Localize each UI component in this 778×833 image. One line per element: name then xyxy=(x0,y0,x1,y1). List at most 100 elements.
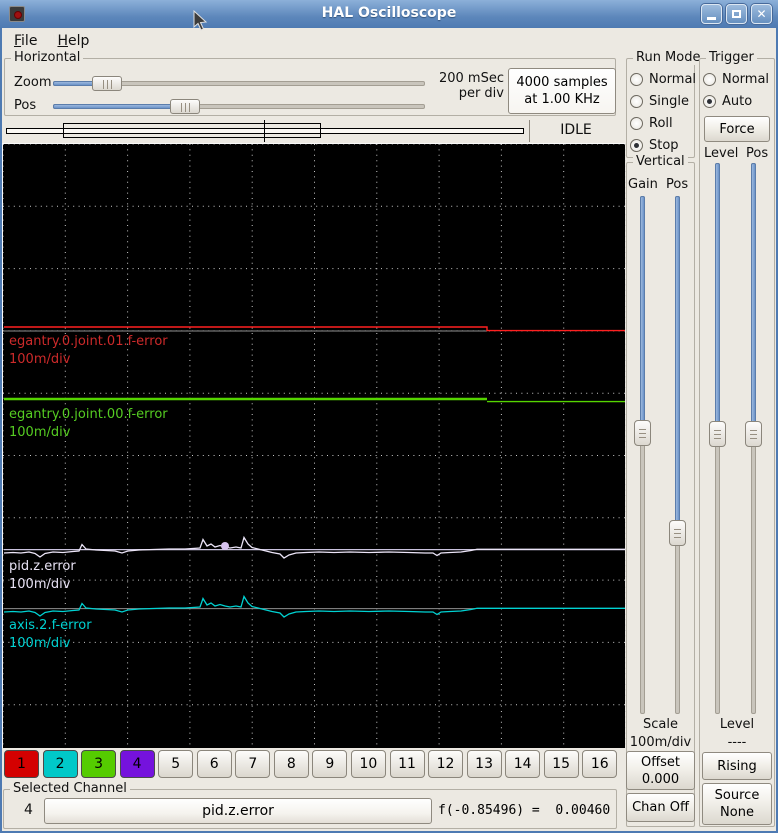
vertical-pos-slider[interactable] xyxy=(669,196,686,714)
channel-4-button[interactable]: 4 xyxy=(119,750,155,778)
zoom-slider[interactable] xyxy=(53,76,425,91)
channel-buttons: 1 2 3 4 5 6 7 8 9 10 11 12 13 14 15 16 xyxy=(4,750,624,778)
trace-label-2: egantry.0.joint.00.f-error 100m/div xyxy=(9,407,168,440)
radio-icon xyxy=(630,138,643,152)
radio-label: Normal xyxy=(722,71,770,87)
radio-auto[interactable]: Auto xyxy=(703,90,769,112)
horizontal-pos-slider[interactable] xyxy=(53,99,425,114)
minimize-button[interactable] xyxy=(701,4,722,24)
slider-handle[interactable] xyxy=(709,421,726,448)
radio-normal[interactable]: Normal xyxy=(703,68,769,90)
chan-off-button[interactable]: Chan Off xyxy=(626,793,695,822)
radio-icon xyxy=(630,116,643,130)
channel-15-button[interactable]: 15 xyxy=(543,750,579,778)
run-mode-radios: Normal Single Roll Stop xyxy=(630,68,696,156)
radio-label: Single xyxy=(649,93,689,109)
radio-icon xyxy=(630,72,643,86)
trace-label-3: pid.z.error 100m/div xyxy=(9,559,76,592)
scope-display[interactable]: egantry.0.joint.01.f-error 100m/div egantr… xyxy=(2,143,627,749)
channel-name-text: pid.z.error xyxy=(202,803,274,819)
channel-12-button[interactable]: 12 xyxy=(428,750,464,778)
channel-8-button[interactable]: 8 xyxy=(273,750,309,778)
radio-icon xyxy=(630,94,643,108)
trigger-pos-slider[interactable] xyxy=(745,163,762,714)
vertical-legend: Vertical xyxy=(633,154,688,169)
window-title: HAL Oscilloscope xyxy=(321,5,457,21)
channel-13-button[interactable]: 13 xyxy=(466,750,502,778)
slider-handle[interactable] xyxy=(634,420,651,447)
menu-file[interactable]: File xyxy=(14,33,37,49)
samples-button[interactable]: 4000 samples at 1.00 KHz xyxy=(508,68,616,114)
slider-handle[interactable] xyxy=(170,99,201,114)
close-icon: ✕ xyxy=(756,7,767,21)
minimize-icon xyxy=(707,17,716,20)
channel-3-button[interactable]: 3 xyxy=(81,750,117,778)
status-text: IDLE xyxy=(560,122,592,138)
record-view xyxy=(4,120,526,142)
trace-label-4: axis.2.f-error 100m/div xyxy=(9,618,92,651)
trace-label-1: egantry.0.joint.01.f-error 100m/div xyxy=(9,334,168,367)
radio-icon xyxy=(703,94,716,108)
radio-label: Stop xyxy=(649,137,679,153)
level-slider[interactable] xyxy=(709,163,726,714)
level-value: ---- xyxy=(727,735,747,750)
trigger-radios: Normal Auto xyxy=(703,68,769,112)
close-button[interactable]: ✕ xyxy=(751,4,772,24)
pos-label: Pos xyxy=(14,98,37,113)
channel-2-button[interactable]: 2 xyxy=(42,750,78,778)
rising-button[interactable]: Rising xyxy=(702,752,772,780)
channel-10-button[interactable]: 10 xyxy=(350,750,386,778)
radio-label: Normal xyxy=(649,71,697,87)
source-button[interactable]: Source None xyxy=(702,783,772,825)
zoom-label: Zoom xyxy=(14,75,52,90)
channel-16-button[interactable]: 16 xyxy=(582,750,618,778)
separator xyxy=(529,120,530,142)
gain-label: Gain xyxy=(628,177,658,192)
trigger-legend: Trigger xyxy=(706,50,757,65)
offset-button[interactable]: Offset 0.000 xyxy=(626,751,695,790)
channel-7-button[interactable]: 7 xyxy=(235,750,271,778)
slider-handle[interactable] xyxy=(669,520,686,547)
function-readout: f(-0.85496) = 0.00460 xyxy=(438,803,611,818)
vertical-pos-label: Pos xyxy=(666,177,689,192)
window-controls: ✕ xyxy=(701,4,772,24)
channel-11-button[interactable]: 11 xyxy=(389,750,425,778)
channel-14-button[interactable]: 14 xyxy=(505,750,541,778)
titlebar[interactable]: HAL Oscilloscope ✕ xyxy=(0,0,778,28)
channel-5-button[interactable]: 5 xyxy=(158,750,194,778)
selected-channel-number: 4 xyxy=(24,802,33,818)
trace-ch1-trace xyxy=(4,326,625,332)
channel-name-field[interactable]: pid.z.error xyxy=(44,798,432,824)
radio-roll[interactable]: Roll xyxy=(630,112,696,134)
scope-svg xyxy=(2,143,627,749)
channel-6-button[interactable]: 6 xyxy=(196,750,232,778)
trigger-position-marker xyxy=(264,120,265,142)
radio-single[interactable]: Single xyxy=(630,90,696,112)
slider-handle[interactable] xyxy=(91,76,122,91)
scale-label: Scale xyxy=(643,717,678,732)
selected-channel-legend: Selected Channel xyxy=(10,781,130,796)
radio-normal[interactable]: Normal xyxy=(630,68,696,90)
scale-value: 100m/div xyxy=(629,735,692,750)
channel-9-button[interactable]: 9 xyxy=(312,750,348,778)
radio-stop[interactable]: Stop xyxy=(630,134,696,156)
level-caption: Level xyxy=(719,717,755,732)
force-button[interactable]: Force xyxy=(704,116,770,142)
channel-1-button[interactable]: 1 xyxy=(4,750,39,778)
radio-icon xyxy=(703,72,716,86)
radio-label: Auto xyxy=(722,93,753,109)
level-label: Level xyxy=(704,146,739,161)
selected-sample-marker xyxy=(221,542,229,550)
run-mode-legend: Run Mode xyxy=(633,50,704,65)
radio-label: Roll xyxy=(649,115,673,131)
trigger-pos-label: Pos xyxy=(746,146,769,161)
time-per-div-label: 200 mSec per div xyxy=(438,71,504,101)
record-window xyxy=(63,123,321,138)
horizontal-legend: Horizontal xyxy=(11,50,84,65)
gain-slider[interactable] xyxy=(634,196,651,714)
maximize-button[interactable] xyxy=(726,4,747,24)
menu-help[interactable]: Help xyxy=(57,33,89,49)
slider-handle[interactable] xyxy=(745,421,762,448)
hal-oscilloscope-window: HAL Oscilloscope ✕ File Help Horizontal Z… xyxy=(0,0,778,833)
maximize-icon xyxy=(732,10,741,18)
